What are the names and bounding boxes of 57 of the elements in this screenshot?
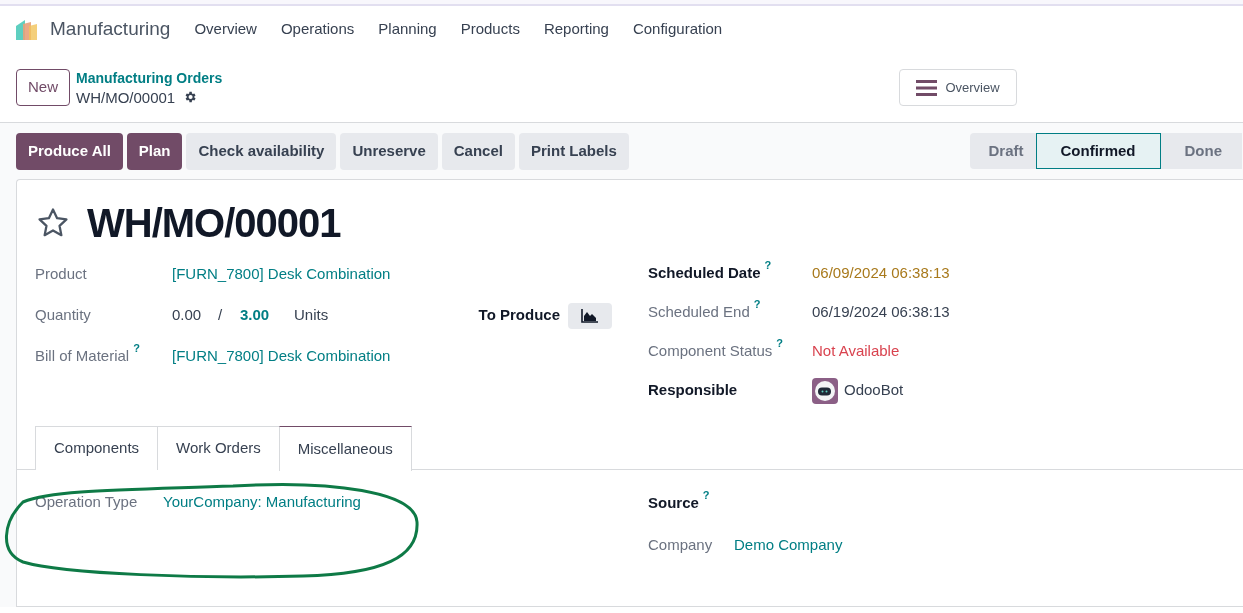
menu-item[interactable]: Reporting <box>543 18 609 41</box>
form-tab[interactable]: Miscellaneous <box>278 426 412 471</box>
field-link[interactable]: Demo Company <box>734 533 843 557</box>
field-label: Company <box>648 534 713 555</box>
action-button[interactable]: Produce All <box>16 132 123 170</box>
action-button[interactable]: Check availability <box>186 132 337 170</box>
field-label: To Produce <box>478 305 560 326</box>
menu-item[interactable]: Operations <box>280 18 355 41</box>
forecast-button[interactable] <box>568 302 612 329</box>
field-link[interactable]: YourCompany: Manufacturing <box>163 490 361 514</box>
unit-label: Units <box>294 305 329 326</box>
help-icon[interactable]: ? <box>764 259 772 272</box>
quantity-produced: 0.00 <box>172 305 203 326</box>
action-button[interactable]: Print Labels <box>519 132 629 170</box>
menu-item[interactable]: Overview <box>194 18 257 41</box>
quantity-separator: / <box>218 305 224 326</box>
form-tab[interactable]: Work Orders <box>157 426 280 470</box>
status-step[interactable]: Done <box>1160 133 1242 169</box>
help-icon[interactable]: ? <box>133 342 140 355</box>
action-button[interactable]: Unreserve <box>340 132 438 170</box>
field-link[interactable]: [FURN_7800] Desk Combination <box>172 263 391 286</box>
field-label: Scheduled End <box>648 302 750 323</box>
field-label: Bill of Material <box>35 346 130 367</box>
menu-item[interactable]: Planning <box>378 18 437 41</box>
status-step[interactable]: Confirmed <box>1035 133 1161 169</box>
menu-item[interactable]: Products <box>460 18 520 41</box>
help-icon[interactable]: ? <box>776 337 783 350</box>
record-title: WH/MO/00001 <box>87 200 341 247</box>
new-button[interactable]: New <box>16 69 70 106</box>
user-name[interactable]: OdooBot <box>844 379 904 402</box>
field-value: Not Available <box>812 341 900 362</box>
field-label: Operation Type <box>35 491 138 512</box>
action-button[interactable]: Cancel <box>441 132 515 170</box>
field-label: Scheduled Date <box>648 263 761 284</box>
robot-avatar-icon <box>812 377 838 404</box>
field-label: Source <box>648 492 699 513</box>
menu-item[interactable]: Configuration <box>632 18 723 41</box>
field-value: 06/19/2024 06:38:13 <box>812 302 950 323</box>
action-button[interactable]: Plan <box>126 132 183 170</box>
breadcrumb-link[interactable]: Manufacturing Orders <box>76 68 223 88</box>
field-label: Responsible <box>648 380 738 401</box>
overview-button[interactable]: Overview <box>899 69 1017 106</box>
form-tab[interactable]: Components <box>35 426 159 470</box>
record-breadcrumb: WH/MO/00001 <box>76 87 176 107</box>
help-icon[interactable]: ? <box>702 488 710 501</box>
area-chart-icon <box>581 308 599 323</box>
status-step[interactable]: Draft <box>970 133 1036 169</box>
help-icon[interactable]: ? <box>753 298 761 311</box>
field-label: Product <box>35 264 87 285</box>
field-value: 06/09/2024 06:38:13 <box>812 263 950 284</box>
field-label: Quantity <box>35 305 91 326</box>
field-label: Component Status <box>648 341 773 362</box>
field-link[interactable]: [FURN_7800] Desk Combination <box>172 345 391 368</box>
quantity-planned: 3.00 <box>240 305 271 326</box>
app-name[interactable]: Manufacturing <box>50 15 171 44</box>
gear-icon[interactable] <box>183 90 198 104</box>
menu-icon <box>916 78 938 97</box>
